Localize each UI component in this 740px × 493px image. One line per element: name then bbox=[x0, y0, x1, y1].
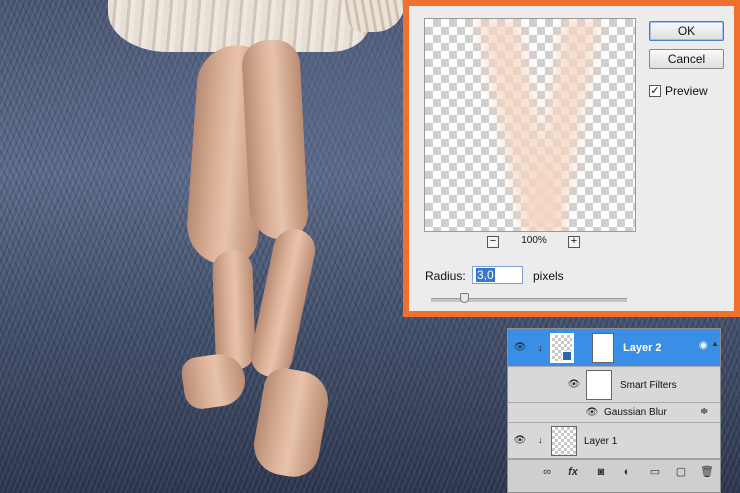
link-icon: ↓ bbox=[538, 435, 543, 445]
eye-icon[interactable]: 👁 bbox=[512, 436, 528, 446]
layer-name: Layer 1 bbox=[584, 436, 618, 447]
link-icon: ↓ bbox=[538, 343, 543, 353]
new-layer-icon[interactable]: ▢ bbox=[674, 466, 688, 478]
left-leg-lower bbox=[211, 249, 257, 371]
link-icon[interactable]: ∞ bbox=[540, 466, 554, 478]
radius-value: 3,0 bbox=[476, 268, 495, 282]
eye-icon[interactable]: 👁 bbox=[512, 343, 528, 353]
layers-footer: ∞ fx ◙ ◐ ▭ ▢ 🗑 bbox=[508, 459, 720, 492]
scroll-up-icon[interactable]: ▲ bbox=[711, 339, 719, 349]
cancel-button[interactable]: Cancel bbox=[649, 49, 724, 69]
lace-dress-hem bbox=[108, 0, 370, 52]
layer-row-layer-1[interactable]: 👁 ↓ Layer 1 bbox=[508, 423, 720, 459]
layer-name: Layer 2 bbox=[623, 342, 662, 354]
smart-object-icon bbox=[562, 351, 572, 361]
trash-icon[interactable]: 🗑 bbox=[700, 466, 714, 478]
layer-row-layer-2[interactable]: 👁 ↓ Layer 2 ◉ bbox=[508, 329, 720, 367]
right-leg-lower bbox=[246, 225, 320, 381]
preview-toggle[interactable]: ✓ Preview bbox=[649, 83, 708, 99]
eye-icon[interactable]: 👁 bbox=[566, 380, 582, 390]
blending-options-icon[interactable]: ≑ bbox=[700, 406, 708, 417]
radius-input[interactable]: 3,0 bbox=[472, 266, 523, 284]
eye-icon[interactable]: 👁 bbox=[584, 408, 600, 418]
gaussian-blur-dialog: OK Cancel ✓ Preview − 100% + Radius: 3,0… bbox=[403, 0, 740, 317]
filter-preview-canvas[interactable] bbox=[424, 18, 636, 232]
ok-button[interactable]: OK bbox=[649, 21, 724, 41]
gaussian-blur-filter-row[interactable]: 👁 Gaussian Blur ≑ bbox=[508, 403, 720, 423]
smart-filters-label: Smart Filters bbox=[620, 380, 677, 391]
radius-label: Radius: bbox=[425, 269, 466, 283]
radius-slider-thumb[interactable] bbox=[460, 293, 469, 303]
filter-mask-thumbnail[interactable] bbox=[592, 333, 614, 363]
zoom-in-button[interactable]: + bbox=[568, 236, 580, 248]
preview-label: Preview bbox=[665, 84, 708, 98]
preview-checkbox[interactable]: ✓ bbox=[649, 85, 661, 97]
fx-icon[interactable]: fx bbox=[566, 466, 580, 478]
folder-icon[interactable]: ▭ bbox=[648, 466, 662, 478]
gaussian-blur-label: Gaussian Blur bbox=[604, 407, 667, 418]
zoom-out-button[interactable]: − bbox=[487, 236, 499, 248]
adjustment-icon[interactable]: ◐ bbox=[620, 466, 634, 478]
right-foot bbox=[249, 365, 333, 481]
smart-object-badge-icon: ◉ bbox=[699, 340, 708, 351]
smart-filter-mask-thumbnail[interactable] bbox=[586, 370, 612, 400]
layer-thumbnail[interactable] bbox=[551, 426, 577, 456]
layers-panel: 👁 ↓ Layer 2 ◉ ▲ 👁 Smart Filters 👁 Gaussi… bbox=[507, 328, 721, 493]
layer-thumbnail[interactable] bbox=[550, 333, 574, 363]
smart-filters-row[interactable]: 👁 Smart Filters bbox=[508, 367, 720, 403]
zoom-level: 100% bbox=[521, 235, 547, 246]
lace-dress-hem-right bbox=[345, 0, 405, 32]
mask-icon[interactable]: ◙ bbox=[594, 466, 608, 478]
radius-unit: pixels bbox=[533, 269, 564, 283]
right-leg-upper bbox=[240, 38, 310, 242]
